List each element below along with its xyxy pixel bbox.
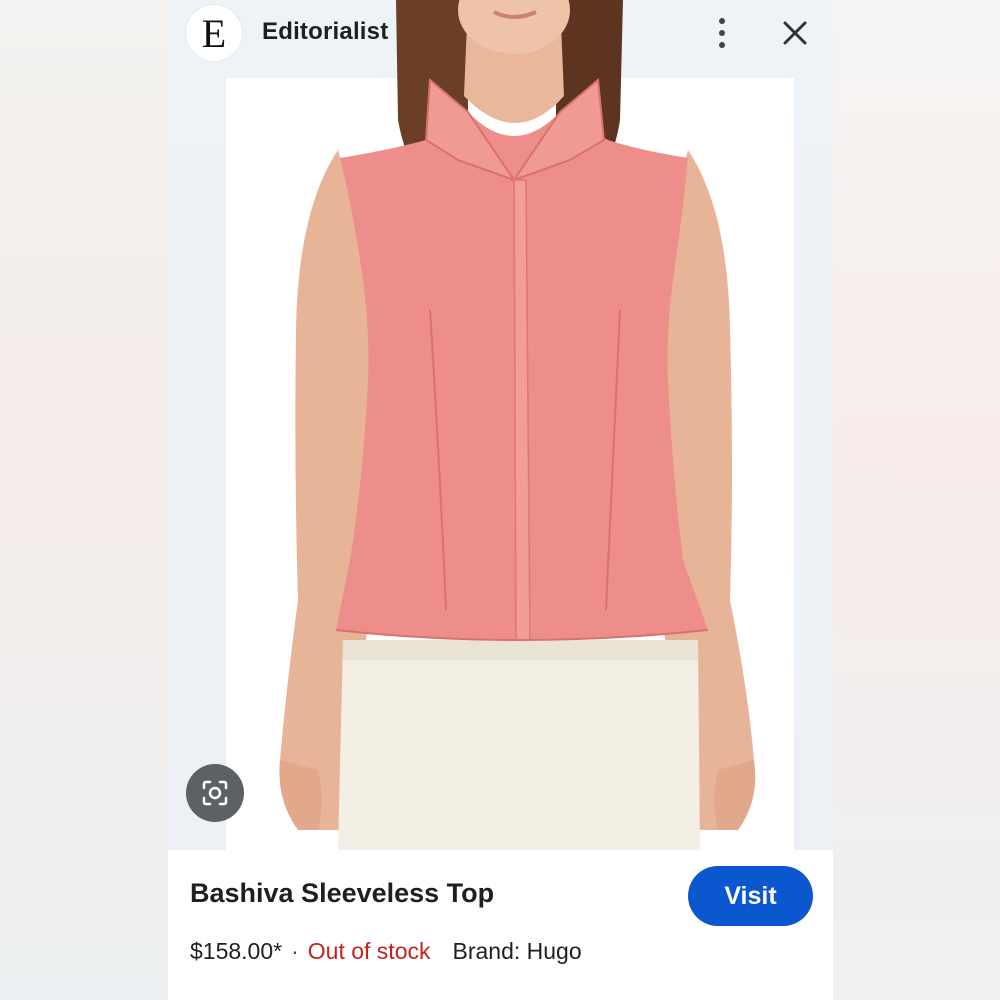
product-brand: Brand: Hugo [452,938,582,964]
image-result-card: E Editorialist Bashiva Sleeveless Top Vi… [168,0,833,1000]
more-vert-icon [719,18,725,24]
stock-status: Out of stock [307,938,431,964]
source-name[interactable]: Editorialist [262,18,388,46]
product-image[interactable] [168,0,833,850]
product-title[interactable]: Bashiva Sleeveless Top [190,878,494,909]
product-meta: $158.00* · Out of stock Brand: Hugo [190,938,582,965]
more-options-button[interactable] [706,14,738,52]
lens-search-button[interactable] [186,764,244,822]
source-logo-letter: E [201,10,227,56]
blurred-backdrop-right [832,0,1000,1000]
close-icon[interactable] [778,16,812,50]
meta-separator: · [291,938,299,964]
visit-button[interactable]: Visit [688,866,813,926]
blurred-backdrop-left [0,0,168,1000]
result-header: E Editorialist [168,0,833,78]
product-price: $158.00* [190,938,283,964]
product-photo [279,0,756,850]
source-logo[interactable]: E [186,5,242,61]
lens-search-icon [202,780,228,806]
product-info: Bashiva Sleeveless Top Visit $158.00* · … [168,850,833,1000]
